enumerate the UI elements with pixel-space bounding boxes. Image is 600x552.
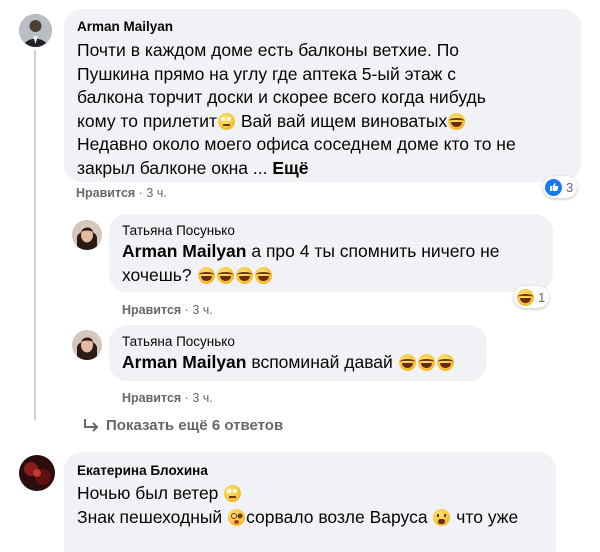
reply-meta: Нравится · 3 ч. — [122, 391, 213, 405]
comment-text-segment: что уже — [451, 506, 519, 527]
show-more-replies-button[interactable]: Показать ещё 6 ответов — [82, 417, 283, 434]
reply-bubble-2: Татьяна Посунько Arman Mailyan вспоминай… — [109, 325, 487, 381]
thread-connector-line — [34, 50, 36, 420]
reply-author[interactable]: Татьяна Посунько — [122, 334, 235, 349]
avatar-tatyana-posunko[interactable] — [72, 220, 102, 250]
reply-bubble-1: Татьяна Посунько Arman Mailyan а про 4 т… — [109, 214, 553, 292]
comment-author[interactable]: Екатерина Блохина — [77, 463, 208, 478]
comment-text-line: кому то прилетит Вай вай ищем виноватых — [77, 110, 577, 134]
comment-text-line: Ночью был ветер — [77, 482, 553, 506]
show-more-replies-label: Показать ещё 6 ответов — [106, 417, 284, 434]
reply-text-segment: вспоминай давай — [246, 352, 398, 372]
laughing-emoji-icon — [254, 266, 272, 284]
like-icon — [545, 178, 562, 196]
reply-meta: Нравится · 3 ч. — [122, 303, 213, 317]
reply-text-segment: хочешь? — [122, 264, 197, 285]
like-action-link[interactable]: Нравится — [122, 391, 181, 405]
laughing-emoji-icon — [398, 354, 416, 371]
reaction-count: 3 — [566, 179, 574, 195]
reply-timestamp[interactable]: 3 ч. — [192, 303, 212, 317]
laughing-emoji-icon — [197, 266, 215, 284]
avatar-ekaterina-blokhina[interactable] — [19, 455, 55, 491]
comment-text-segment: закрыл балконе окна ... — [77, 157, 273, 178]
reply-text: Arman Mailyan а про 4 ты спомнить ничего… — [122, 240, 550, 287]
laugh-reaction-icon — [517, 288, 534, 306]
eyeroll-emoji-icon — [218, 112, 235, 130]
comment-timestamp[interactable]: 3 ч. — [146, 186, 166, 200]
reply-text-line: хочешь? — [122, 264, 550, 288]
comment-meta: Нравится · 3 ч. — [76, 186, 167, 200]
comment-text-line: балкона торчит доски и скорее всего когд… — [77, 87, 486, 107]
mention-link[interactable]: Arman Mailyan — [122, 241, 246, 261]
avatar-arman-mailyan[interactable] — [19, 14, 52, 47]
comment-text-line: Почти в каждом доме есть балконы ветхие.… — [77, 40, 460, 60]
comment-text-line: закрыл балконе окна ... Ещё — [77, 157, 577, 181]
reply-timestamp[interactable]: 3 ч. — [192, 391, 212, 405]
comment-author[interactable]: Arman Mailyan — [77, 19, 173, 34]
laughing-emoji-icon — [216, 266, 234, 284]
comment-reactions[interactable]: 3 — [543, 176, 578, 198]
laughing-emoji-icon — [448, 112, 466, 130]
fearful-face-emoji-icon — [433, 508, 451, 526]
comment-text: Ночью был ветер Знак пешеходный сорвало … — [77, 482, 553, 529]
laughing-emoji-icon — [436, 354, 454, 371]
like-action-link[interactable]: Нравится — [76, 186, 135, 200]
laughing-emoji-icon — [235, 266, 253, 284]
comment-text-segment: кому то прилетит — [77, 110, 217, 131]
eyeroll-emoji-icon — [224, 485, 242, 502]
like-action-link[interactable]: Нравится — [122, 303, 181, 317]
reply-author[interactable]: Татьяна Посунько — [122, 223, 235, 238]
comment-text-segment: сорвало возле Варуса — [246, 506, 433, 527]
reply-text-line: Arman Mailyan а про 4 ты спомнить ничего… — [122, 240, 550, 264]
meta-separator: · — [184, 303, 189, 317]
mention-link[interactable]: Arman Mailyan — [122, 352, 246, 372]
avatar-tatyana-posunko[interactable] — [72, 330, 102, 360]
reply-reactions[interactable]: 1 — [514, 286, 550, 308]
reply-text: Arman Mailyan вспоминай давай — [122, 351, 482, 375]
dizzy-face-emoji-icon — [228, 508, 246, 526]
comment-text-segment: Знак пешеходный — [77, 506, 228, 527]
meta-separator: · — [184, 391, 189, 405]
comment-text-segment: Ночью был ветер — [77, 483, 224, 503]
comment-text-segment: Вай вай ищем виноватых — [236, 110, 448, 131]
comment-text: Почти в каждом доме есть балконы ветхие.… — [77, 39, 577, 180]
comment-text-line: Знак пешеходный сорвало возле Варуса что… — [77, 506, 553, 530]
reply-text-segment: а про 4 ты спомнить ничего не — [246, 241, 500, 261]
reply-arrow-icon — [84, 418, 99, 432]
comment-bubble-arman: Arman Mailyan Почти в каждом доме есть б… — [64, 9, 581, 182]
comment-bubble-ekaterina: Екатерина Блохина Ночью был ветер Знак п… — [64, 452, 556, 552]
comment-text-line: Пушкина прямо на углу где аптека 5-ый эт… — [77, 63, 456, 84]
comment-text-line: Недавно около моего офиса соседнем доме … — [77, 134, 516, 154]
meta-separator: · — [138, 186, 143, 200]
laughing-emoji-icon — [417, 354, 435, 371]
reaction-count: 1 — [538, 289, 546, 305]
see-more-link[interactable]: Ещё — [272, 158, 308, 178]
